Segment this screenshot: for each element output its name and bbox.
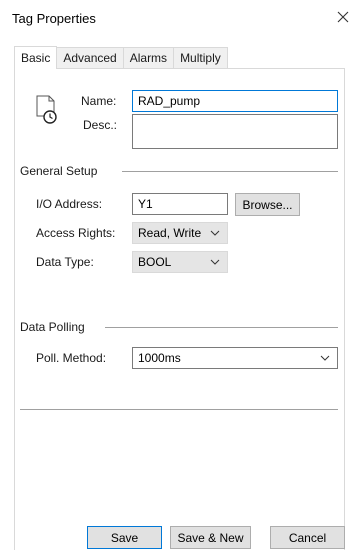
- poll-method-value: 1000ms: [138, 351, 181, 365]
- access-rights-value: Read, Write: [138, 226, 202, 240]
- tab-multiply[interactable]: Multiply: [173, 47, 228, 68]
- tab-basic[interactable]: Basic: [14, 46, 58, 69]
- description-field[interactable]: [132, 114, 338, 149]
- poll-method-select[interactable]: 1000ms: [132, 347, 338, 369]
- poll-method-label: Poll. Method:: [36, 351, 107, 365]
- data-type-value: BOOL: [138, 255, 172, 269]
- access-rights-select[interactable]: Read, Write: [132, 222, 228, 244]
- save-and-new-button[interactable]: Save & New: [170, 526, 251, 549]
- save-and-new-button-label: Save & New: [177, 530, 244, 545]
- section-divider: [20, 409, 338, 410]
- data-type-select[interactable]: BOOL: [132, 251, 228, 273]
- chevron-down-icon: [210, 259, 220, 265]
- data-type-label: Data Type:: [36, 255, 94, 269]
- save-button-label: Save: [110, 530, 139, 545]
- tab-advanced[interactable]: Advanced: [56, 47, 124, 68]
- tab-advanced-label: Advanced: [63, 51, 117, 65]
- io-address-label: I/O Address:: [36, 197, 103, 211]
- tab-strip: Basic Advanced Alarms Multiply: [14, 46, 228, 69]
- title-bar: Tag Properties: [0, 0, 359, 32]
- chevron-down-icon: [320, 355, 330, 361]
- chevron-down-icon: [210, 230, 220, 236]
- io-address-field[interactable]: [132, 193, 228, 215]
- browse-button-label: Browse...: [242, 197, 293, 212]
- close-button[interactable]: [331, 6, 355, 28]
- data-polling-divider: [105, 327, 338, 328]
- basic-tab-panel: Name: Desc.: General Setup I/O Address: …: [14, 68, 345, 550]
- general-setup-divider: [122, 171, 338, 172]
- general-setup-title: General Setup: [20, 164, 98, 178]
- tab-basic-label: Basic: [21, 51, 51, 65]
- browse-button[interactable]: Browse...: [235, 193, 300, 216]
- tab-multiply-label: Multiply: [180, 51, 221, 65]
- name-field[interactable]: [132, 90, 338, 112]
- name-label: Name:: [81, 94, 117, 108]
- window-title: Tag Properties: [12, 11, 96, 26]
- access-rights-label: Access Rights:: [36, 226, 116, 240]
- cancel-button-label: Cancel: [288, 530, 327, 545]
- tab-alarms-label: Alarms: [129, 51, 168, 65]
- close-icon: [337, 11, 349, 23]
- desc-label: Desc.:: [83, 118, 118, 132]
- tag-document-clock-icon: [36, 95, 57, 124]
- tag-properties-dialog: Tag Properties Basic Advanced Alarms Mul…: [0, 0, 359, 550]
- tab-alarms[interactable]: Alarms: [122, 47, 175, 68]
- data-polling-title: Data Polling: [20, 320, 85, 334]
- save-button[interactable]: Save: [87, 526, 162, 549]
- cancel-button[interactable]: Cancel: [270, 526, 345, 549]
